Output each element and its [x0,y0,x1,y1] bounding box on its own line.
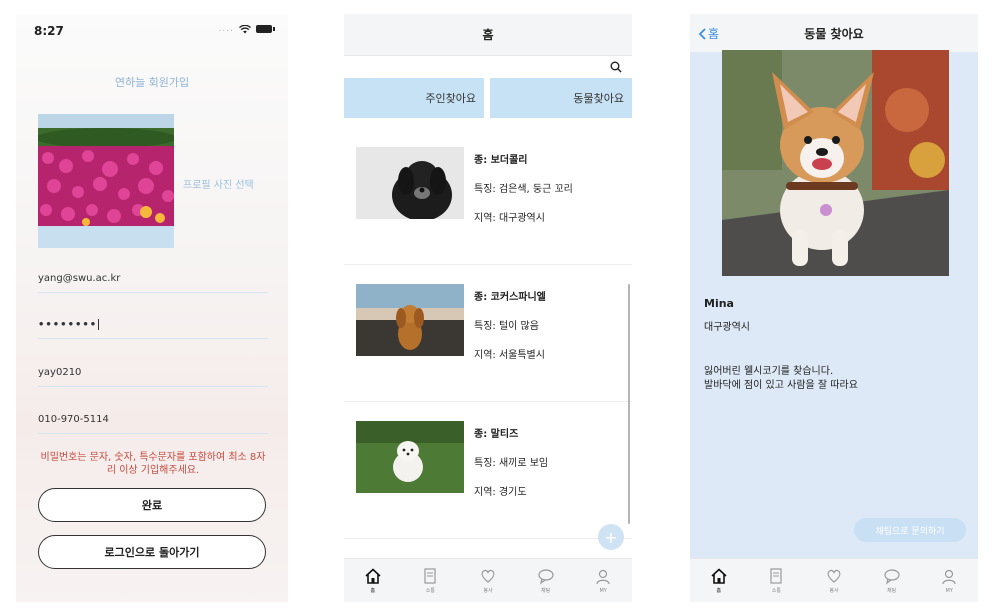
chat-icon [537,569,554,585]
tab-find-animal[interactable]: 동물찾아요 [490,78,632,118]
tab-label: 소통 [771,588,781,594]
dog-photo [356,421,464,493]
status-time: 8:27 [34,24,64,38]
heart-icon [827,569,841,583]
chat-icon [883,569,900,585]
description-line: 발바닥에 점이 있고 사람을 잘 따라요 [704,380,858,391]
tab-label: 채팅 [540,588,551,594]
search-row [344,56,632,78]
listing-region: 지역: 서울특별시 [474,350,545,361]
tab-label: MY [945,587,953,594]
post-description: 잃어버린 웰시코기를 찾습니다. 발바닥에 점이 있고 사람을 잘 따라요 [704,365,858,393]
battery-icon [256,25,275,33]
add-post-button[interactable]: + [598,524,624,550]
person-icon [596,569,610,584]
user-id-field[interactable]: yay0210 [38,367,268,387]
tab-my[interactable]: MY [574,559,632,602]
profile-select-link[interactable]: 프로필 사진 선택 [183,176,254,191]
tab-bar: 홈 소통 봉사 채팅 MY [690,558,978,602]
tab-find-owner[interactable]: 주인찾아요 [344,78,484,118]
text-cursor [98,319,100,330]
tab-community[interactable]: 소통 [402,559,460,602]
listing-features: 특징: 검은색, 둥근 꼬리 [474,184,573,195]
signup-screen: 8:27 .... 연하늘 회원가입 프로필 사진 선택 yang@swu.ac… [16,14,288,602]
tab-home[interactable]: 홈 [344,559,402,602]
tab-volunteer[interactable]: 봉사 [459,559,517,602]
scrollbar[interactable] [628,284,630,524]
phone-field[interactable]: 010-970-5114 [38,414,268,434]
email-field[interactable]: yang@swu.ac.kr [38,273,268,293]
chat-inquiry-button[interactable]: 채팅으로 문의하기 [854,518,966,542]
heart-icon [481,569,495,583]
tab-community[interactable]: 소통 [748,559,806,602]
listing-species: 종: 보더콜리 [474,155,528,166]
signal-dots-icon: .... [218,24,234,34]
dog-photo [356,284,464,356]
tab-label: 채팅 [886,588,897,594]
tab-label: 홈 [370,588,376,594]
listing-species: 종: 말티즈 [474,429,519,440]
listing-info: 종: 보더콜리 특징: 검은색, 둥근 꼬리 지역: 대구광역시 [474,154,573,241]
listing-info: 종: 코커스파니엘 특징: 털이 많음 지역: 서울특별시 [474,291,546,378]
back-to-login-button[interactable]: 로그인으로 돌아가기 [38,535,266,569]
search-icon[interactable] [610,61,622,73]
tab-home[interactable]: 홈 [690,559,748,602]
list-item[interactable]: 종: 보더콜리 특징: 검은색, 둥근 꼬리 지역: 대구광역시 [344,128,632,265]
tab-label: 소통 [425,588,435,594]
tab-bar: 홈 소통 봉사 채팅 MY [344,558,632,602]
tab-label: 홈 [716,588,722,594]
profile-photo[interactable] [38,114,174,248]
home-icon [365,568,381,584]
password-field[interactable]: •••••••• [38,319,268,339]
tab-label: 봉사 [483,588,493,594]
tab-label: 봉사 [829,588,839,594]
tab-my[interactable]: MY [920,559,978,602]
home-screen: 홈 주인찾아요 동물찾아요 종: 보더콜리 특징: 검은색, 둥근 꼬리 지역:… [344,14,632,602]
owner-region: 대구광역시 [704,322,750,333]
corgi-photo [722,50,949,276]
dog-photo [356,147,464,219]
listing-features: 특징: 새끼로 보임 [474,458,549,469]
flower-photo [38,114,174,248]
navbar: 홈 [344,14,632,56]
done-button[interactable]: 완료 [38,488,266,522]
tab-chat[interactable]: 채팅 [863,559,921,602]
listing-region: 지역: 대구광역시 [474,213,545,224]
owner-name: Mina [704,297,734,310]
detail-screen: 홈 동물 찾아요 Mina 대구광역시 잃어버린 웰시코기를 찾습니다. 발바닥… [690,14,978,602]
document-icon [770,568,782,584]
status-icons: .... [218,24,275,34]
navbar: 홈 동물 찾아요 [690,14,978,52]
page-title: 연하늘 회원가입 [114,76,190,89]
password-value: •••••••• [38,319,98,331]
person-icon [942,569,956,584]
description-line: 잃어버린 웰시코기를 찾습니다. [704,366,834,377]
wifi-icon [239,24,251,33]
password-warning: 비밀번호는 문자, 숫자, 특수문자를 포함하여 최소 8자리 이상 기입해주세… [40,452,266,476]
listing-info: 종: 말티즈 특징: 새끼로 보임 지역: 경기도 [474,428,548,515]
tab-volunteer[interactable]: 봉사 [805,559,863,602]
status-bar: 8:27 .... [34,24,275,40]
listing-region: 지역: 경기도 [474,487,527,498]
page-title: 동물 찾아요 [804,27,864,41]
list-item[interactable]: 종: 코커스파니엘 특징: 털이 많음 지역: 서울특별시 [344,265,632,402]
list-item[interactable]: 종: 말티즈 특징: 새끼로 보임 지역: 경기도 [344,402,632,539]
document-icon [424,568,436,584]
listing-features: 특징: 털이 많음 [474,321,539,332]
page-title: 홈 [482,28,494,42]
tab-label: MY [599,587,607,594]
tab-chat[interactable]: 채팅 [517,559,575,602]
home-icon [711,568,727,584]
listing-species: 종: 코커스파니엘 [474,292,546,303]
